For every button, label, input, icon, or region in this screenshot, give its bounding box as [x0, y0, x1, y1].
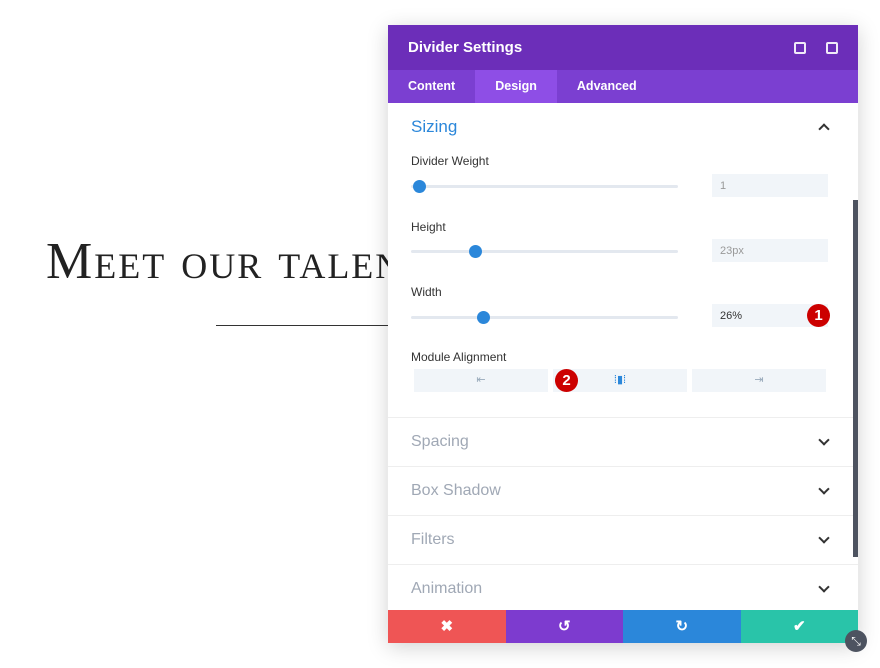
- chevron-down-icon: [818, 483, 830, 495]
- sidebar-toggle-icon[interactable]: [826, 41, 838, 54]
- divider-line: [216, 325, 416, 326]
- height-label: Height: [411, 220, 446, 234]
- section-title: Spacing: [411, 433, 469, 450]
- panel-footer: ✖ ↺ ↻ ✔: [388, 610, 858, 643]
- chevron-down-icon: [818, 532, 830, 544]
- scrollbar[interactable]: [853, 200, 858, 557]
- section-title: Box Shadow: [411, 482, 501, 499]
- panel-title: Divider Settings: [408, 39, 523, 56]
- slider-handle[interactable]: [477, 311, 491, 324]
- tab-advanced[interactable]: Advanced: [557, 70, 657, 103]
- align-left-button[interactable]: ⇤: [414, 369, 548, 392]
- slider-handle[interactable]: [469, 245, 483, 258]
- annotation-badge-2: 2: [555, 369, 578, 392]
- align-center-icon: ⁞▮⁞: [613, 374, 627, 386]
- save-button[interactable]: ✔: [740, 610, 858, 643]
- align-right-button[interactable]: ⇥: [692, 369, 826, 392]
- cancel-button[interactable]: ✖: [388, 610, 506, 643]
- slider-handle[interactable]: [413, 180, 426, 193]
- section-spacing[interactable]: Spacing: [388, 417, 858, 466]
- resize-handle-icon[interactable]: ⤡: [845, 630, 867, 652]
- divider-settings-panel: Divider Settings Content Design Advanced…: [388, 25, 858, 643]
- redo-button[interactable]: ↻: [623, 610, 741, 643]
- divider-weight-slider[interactable]: [411, 180, 678, 193]
- section-title: Filters: [411, 531, 455, 548]
- section-title: Animation: [411, 580, 483, 597]
- chevron-down-icon: [818, 434, 830, 446]
- divider-weight-label: Divider Weight: [411, 154, 489, 168]
- width-label: Width: [411, 285, 442, 299]
- tab-content[interactable]: Content: [388, 70, 475, 103]
- page-heading: Meet our talent: [46, 233, 428, 290]
- section-box-shadow[interactable]: Box Shadow: [388, 466, 858, 515]
- section-sizing-title[interactable]: Sizing: [411, 117, 457, 137]
- module-alignment-label: Module Alignment: [411, 350, 507, 364]
- divider-weight-input[interactable]: 1: [712, 174, 828, 197]
- height-input[interactable]: 23px: [712, 239, 828, 262]
- section-animation[interactable]: Animation: [388, 564, 858, 613]
- align-left-icon: ⇤: [476, 374, 486, 386]
- annotation-badge-1: 1: [807, 304, 830, 327]
- panel-body: Sizing Divider Weight 1 Height 23px Widt…: [388, 103, 858, 610]
- fullscreen-icon[interactable]: [794, 41, 806, 54]
- height-slider[interactable]: [411, 245, 678, 258]
- tab-bar: Content Design Advanced: [388, 70, 858, 103]
- chevron-up-icon[interactable]: [818, 123, 830, 135]
- align-right-icon: ⇥: [754, 374, 764, 386]
- section-filters[interactable]: Filters: [388, 515, 858, 564]
- panel-header: Divider Settings: [388, 25, 858, 70]
- undo-button[interactable]: ↺: [505, 610, 623, 643]
- width-slider[interactable]: [411, 311, 678, 324]
- chevron-down-icon: [818, 581, 830, 593]
- tab-design[interactable]: Design: [475, 70, 557, 103]
